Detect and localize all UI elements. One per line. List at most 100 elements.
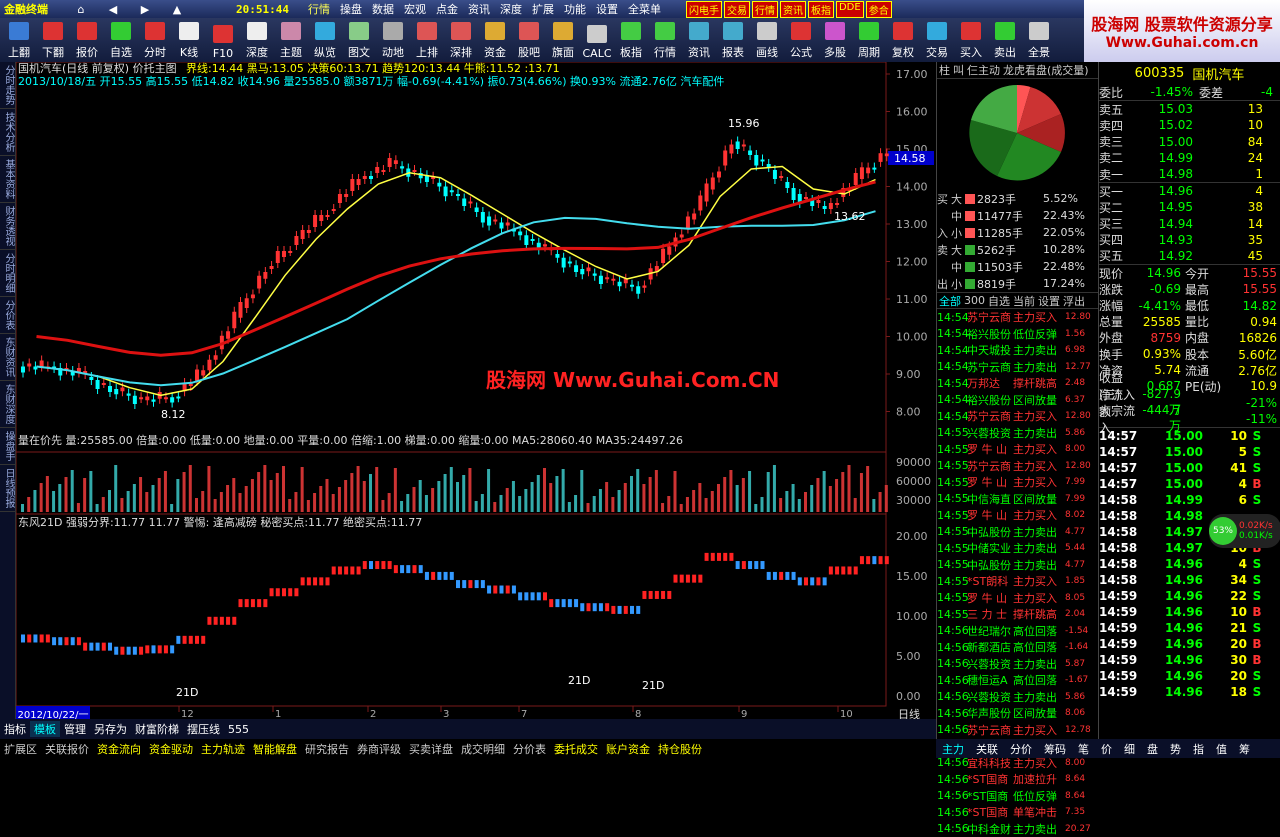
collapse-icon[interactable]: ▲: [164, 3, 190, 16]
toolbar-button[interactable]: 画线: [750, 18, 784, 62]
menu-item[interactable]: 扩展: [527, 1, 559, 17]
order-row[interactable]: 14:54苏宁云商主力买入12.80: [937, 408, 1098, 425]
extension-tab[interactable]: 资金流向: [93, 741, 145, 757]
menu-item[interactable]: 宏观: [399, 1, 431, 17]
toolbar-button[interactable]: 股吧: [512, 18, 546, 62]
extension-tab[interactable]: 关联报价: [41, 741, 93, 757]
toolbar-button[interactable]: 旗面: [546, 18, 580, 62]
quick-tag[interactable]: 板指: [808, 1, 834, 18]
order-row[interactable]: 14:54裕兴股份区间放量6.37: [937, 392, 1098, 409]
back-icon[interactable]: ◀: [100, 3, 126, 16]
extension-tab[interactable]: 智能解盘: [249, 741, 301, 757]
order-row[interactable]: 14:55中信海直区间放量7.99: [937, 491, 1098, 508]
order-list-tab[interactable]: 浮出: [1063, 293, 1085, 309]
order-row[interactable]: 14:55罗 牛 山主力买入8.00: [937, 441, 1098, 458]
order-row[interactable]: 14:54苏宁云商主力卖出12.77: [937, 359, 1098, 376]
flow-tab[interactable]: 叫: [953, 62, 964, 78]
home-icon[interactable]: ⌂: [68, 3, 94, 16]
order-row[interactable]: 14:55罗 牛 山主力买入8.05: [937, 590, 1098, 607]
menu-item[interactable]: 点金: [431, 1, 463, 17]
left-nav-item[interactable]: 操盘手: [0, 428, 16, 465]
left-nav-item[interactable]: 分时走势: [0, 62, 16, 109]
order-row[interactable]: 14:56*ST国商低位反弹8.64: [937, 788, 1098, 805]
order-row[interactable]: 14:55三 力 士撑杆跳高2.04: [937, 606, 1098, 623]
extension-tab[interactable]: 资金驱动: [145, 741, 197, 757]
left-nav-item[interactable]: 技术分析: [0, 109, 16, 156]
toolbar-button[interactable]: F10: [206, 18, 240, 62]
toolbar-button[interactable]: 交易: [920, 18, 954, 62]
quick-tag[interactable]: 闪电手: [686, 1, 722, 18]
toolbar-button[interactable]: 全景: [1022, 18, 1056, 62]
side-tab[interactable]: 分价: [1004, 741, 1038, 757]
toolbar-button[interactable]: 多股: [818, 18, 852, 62]
order-row[interactable]: 14:54中天城投主力卖出6.98: [937, 342, 1098, 359]
extension-tab[interactable]: 券商评级: [353, 741, 405, 757]
menu-item[interactable]: 资讯: [463, 1, 495, 17]
toolbar-button[interactable]: 板指: [614, 18, 648, 62]
menu-item[interactable]: 设置: [591, 1, 623, 17]
order-row[interactable]: 14:55罗 牛 山主力买入7.99: [937, 474, 1098, 491]
menu-item[interactable]: 深度: [495, 1, 527, 17]
toolbar-button[interactable]: 上排: [410, 18, 444, 62]
indicator-tab[interactable]: 另存为: [90, 721, 131, 737]
indicator-tab[interactable]: 555: [224, 723, 253, 736]
extension-tab[interactable]: 账户资金: [602, 741, 654, 757]
order-row[interactable]: 14:55兴蓉投资主力卖出5.86: [937, 425, 1098, 442]
order-row[interactable]: 14:56华声股份区间放量8.06: [937, 705, 1098, 722]
toolbar-button[interactable]: 报价: [70, 18, 104, 62]
menu-item[interactable]: 行情: [303, 1, 335, 17]
side-tab[interactable]: 主力: [936, 741, 970, 757]
toolbar-button[interactable]: 上翻: [2, 18, 36, 62]
flow-tab[interactable]: 仨主动: [967, 62, 1000, 78]
toolbar-button[interactable]: 自选: [104, 18, 138, 62]
toolbar-button[interactable]: 行情: [648, 18, 682, 62]
left-nav-item[interactable]: 财务透视: [0, 203, 16, 250]
indicator-tab[interactable]: 财富阶梯: [131, 721, 183, 737]
indicator-tab[interactable]: 管理: [60, 721, 90, 737]
order-row[interactable]: 14:55罗 牛 山主力买入8.02: [937, 507, 1098, 524]
order-list-tab[interactable]: 当前: [1013, 293, 1035, 309]
quick-tag[interactable]: 行情: [752, 1, 778, 18]
order-row[interactable]: 14:55苏宁云商主力买入12.80: [937, 458, 1098, 475]
toolbar-button[interactable]: 动地: [376, 18, 410, 62]
toolbar-button[interactable]: 周期: [852, 18, 886, 62]
order-list-tab[interactable]: 自选: [988, 293, 1010, 309]
quick-tag[interactable]: 资讯: [780, 1, 806, 18]
flow-tab[interactable]: 龙虎看盘(成交量): [1003, 62, 1089, 78]
menu-item[interactable]: 功能: [559, 1, 591, 17]
order-row[interactable]: 14:56穗恒运A高位回落-1.67: [937, 672, 1098, 689]
order-row[interactable]: 14:54万邦达撑杆跳高2.48: [937, 375, 1098, 392]
left-nav-item[interactable]: 东财资讯: [0, 334, 16, 381]
order-row[interactable]: 14:56兴蓉投资主力卖出5.86: [937, 689, 1098, 706]
side-tab[interactable]: 笔: [1072, 741, 1095, 757]
extension-tab[interactable]: 扩展区: [0, 741, 41, 757]
side-tab[interactable]: 关联: [970, 741, 1004, 757]
toolbar-button[interactable]: 纵览: [308, 18, 342, 62]
extension-tab[interactable]: 研究报告: [301, 741, 353, 757]
menu-item[interactable]: 操盘: [335, 1, 367, 17]
side-tab[interactable]: 筹: [1233, 741, 1256, 757]
order-row[interactable]: 14:55中弘股份主力卖出4.77: [937, 557, 1098, 574]
quick-tag[interactable]: 交易: [724, 1, 750, 18]
extension-tab[interactable]: 委托成交: [550, 741, 602, 757]
indicator-tab[interactable]: 模板: [30, 721, 60, 737]
side-tab[interactable]: 势: [1164, 741, 1187, 757]
order-row[interactable]: 14:56*ST国商加速拉升8.64: [937, 771, 1098, 788]
order-list-tab[interactable]: 设置: [1038, 293, 1060, 309]
side-tab[interactable]: 盘: [1141, 741, 1164, 757]
left-nav-item[interactable]: 东财深度: [0, 381, 16, 428]
side-tab[interactable]: 细: [1118, 741, 1141, 757]
side-tab[interactable]: 值: [1210, 741, 1233, 757]
menu-item[interactable]: 数据: [367, 1, 399, 17]
kline-chart[interactable]: 17.0016.0015.0014.0013.0012.0011.0010.00…: [16, 62, 936, 719]
left-nav-item[interactable]: 分价表: [0, 297, 16, 334]
toolbar-button[interactable]: 资讯: [682, 18, 716, 62]
order-row[interactable]: 14:54苏宁云商主力买入12.80: [937, 309, 1098, 326]
order-list-tab[interactable]: 全部: [939, 293, 961, 309]
toolbar-button[interactable]: K线: [172, 18, 206, 62]
order-list-tab[interactable]: 300: [964, 294, 985, 307]
toolbar-button[interactable]: CALC: [580, 18, 614, 62]
quick-tag[interactable]: DDE: [836, 1, 864, 18]
toolbar-button[interactable]: 下翻: [36, 18, 70, 62]
toolbar-button[interactable]: 主题: [274, 18, 308, 62]
